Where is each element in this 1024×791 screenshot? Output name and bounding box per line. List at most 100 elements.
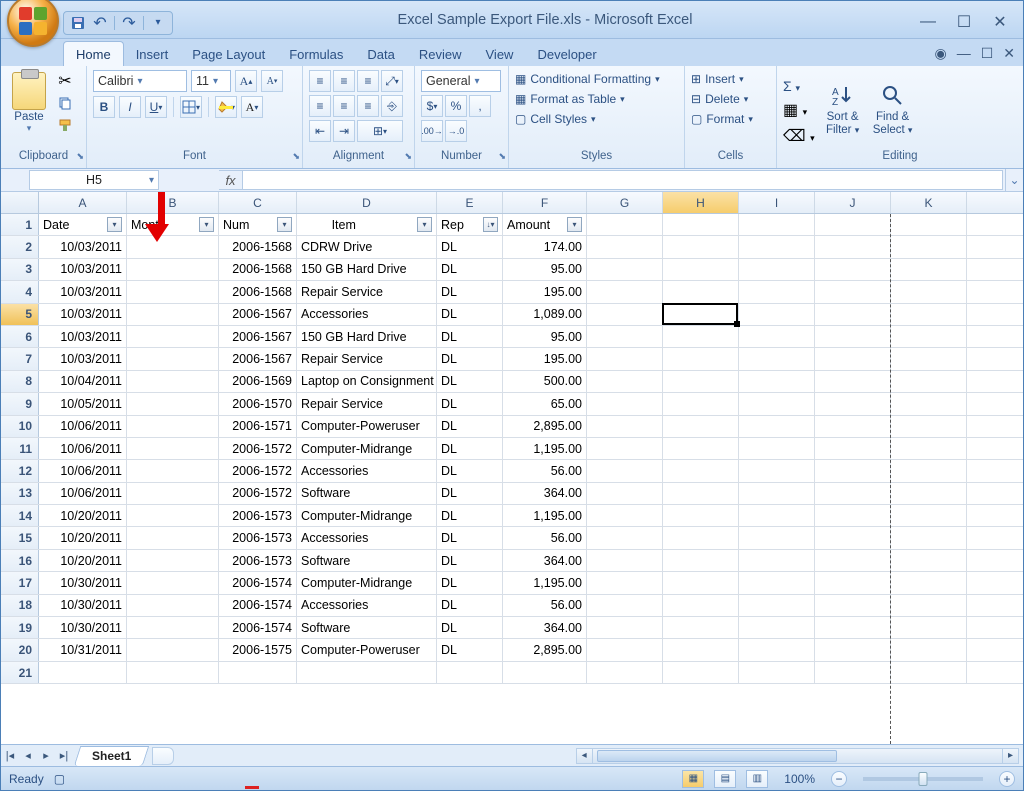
- view-normal-icon[interactable]: ▦: [682, 770, 704, 788]
- restore-workbook-icon[interactable]: ☐: [981, 45, 994, 62]
- align-bottom-icon[interactable]: ≡: [357, 70, 379, 92]
- cell-A5[interactable]: 10/03/2011: [39, 304, 127, 325]
- percent-icon[interactable]: %: [445, 95, 467, 117]
- cell-K14[interactable]: [891, 505, 967, 526]
- cell-K11[interactable]: [891, 438, 967, 459]
- rowhdr-11[interactable]: 11: [1, 438, 39, 459]
- bold-button[interactable]: B: [93, 96, 115, 118]
- tab-review[interactable]: Review: [407, 42, 474, 66]
- cell-F13[interactable]: 364.00: [503, 483, 587, 504]
- cell-D2[interactable]: CDRW Drive: [297, 236, 437, 257]
- cell-K10[interactable]: [891, 416, 967, 437]
- cell-I10[interactable]: [739, 416, 815, 437]
- cell-A9[interactable]: 10/05/2011: [39, 393, 127, 414]
- clear-icon[interactable]: ⌫ ▾: [783, 126, 815, 146]
- shrink-font-icon[interactable]: A▾: [261, 70, 283, 92]
- cell-D11[interactable]: Computer-Midrange: [297, 438, 437, 459]
- cell-B3[interactable]: [127, 259, 219, 280]
- cell-C14[interactable]: 2006-1573: [219, 505, 297, 526]
- first-sheet-icon[interactable]: |◂: [1, 747, 19, 765]
- cell-G8[interactable]: [587, 371, 663, 392]
- tab-page-layout[interactable]: Page Layout: [180, 42, 277, 66]
- decrease-indent-icon[interactable]: ⇤: [309, 120, 331, 142]
- cell-G15[interactable]: [587, 527, 663, 548]
- rowhdr-4[interactable]: 4: [1, 281, 39, 302]
- cell-F2[interactable]: 174.00: [503, 236, 587, 257]
- customize-qat-icon[interactable]: ▾: [150, 15, 166, 31]
- cell-G5[interactable]: [587, 304, 663, 325]
- cell-J19[interactable]: [815, 617, 891, 638]
- cell-D7[interactable]: Repair Service: [297, 348, 437, 369]
- colhdr-J[interactable]: J: [815, 192, 891, 213]
- cell-D19[interactable]: Software: [297, 617, 437, 638]
- fill-icon[interactable]: ▦ ▾: [783, 100, 815, 120]
- cell-E9[interactable]: DL: [437, 393, 503, 414]
- insert-cells-button[interactable]: ⊞Insert ▾: [691, 72, 744, 86]
- cell-J4[interactable]: [815, 281, 891, 302]
- format-painter-icon[interactable]: [55, 116, 75, 134]
- cell-H13[interactable]: [663, 483, 739, 504]
- sheet-tab-1[interactable]: Sheet1: [74, 746, 150, 766]
- cell-F21[interactable]: [503, 662, 587, 683]
- increase-decimal-icon[interactable]: .00→: [421, 120, 443, 142]
- cell-I19[interactable]: [739, 617, 815, 638]
- next-sheet-icon[interactable]: ▸: [37, 747, 55, 765]
- colhdr-B[interactable]: B: [127, 192, 219, 213]
- colhdr-E[interactable]: E: [437, 192, 503, 213]
- filter-btn-D[interactable]: ▾: [417, 217, 432, 232]
- cell-J15[interactable]: [815, 527, 891, 548]
- cell-J21[interactable]: [815, 662, 891, 683]
- cell-F20[interactable]: 2,895.00: [503, 639, 587, 660]
- cell-J16[interactable]: [815, 550, 891, 571]
- cell-I7[interactable]: [739, 348, 815, 369]
- cell-A20[interactable]: 10/31/2011: [39, 639, 127, 660]
- cell-B10[interactable]: [127, 416, 219, 437]
- cell-C6[interactable]: 2006-1567: [219, 326, 297, 347]
- cell-J6[interactable]: [815, 326, 891, 347]
- cell-J5[interactable]: [815, 304, 891, 325]
- cell-H21[interactable]: [663, 662, 739, 683]
- cell-D21[interactable]: [297, 662, 437, 683]
- cell-B18[interactable]: [127, 595, 219, 616]
- cell-C12[interactable]: 2006-1572: [219, 460, 297, 481]
- cell-B21[interactable]: [127, 662, 219, 683]
- cell-E21[interactable]: [437, 662, 503, 683]
- rowhdr-14[interactable]: 14: [1, 505, 39, 526]
- tab-developer[interactable]: Developer: [525, 42, 608, 66]
- cell-B14[interactable]: [127, 505, 219, 526]
- cell-H19[interactable]: [663, 617, 739, 638]
- cell-C19[interactable]: 2006-1574: [219, 617, 297, 638]
- cell-G3[interactable]: [587, 259, 663, 280]
- cell-A14[interactable]: 10/20/2011: [39, 505, 127, 526]
- cell-F5[interactable]: 1,089.00: [503, 304, 587, 325]
- cell-K9[interactable]: [891, 393, 967, 414]
- colhdr-K[interactable]: K: [891, 192, 967, 213]
- cell-F10[interactable]: 2,895.00: [503, 416, 587, 437]
- cell-E14[interactable]: DL: [437, 505, 503, 526]
- cell-D8[interactable]: Laptop on Consignment: [297, 371, 437, 392]
- cell-F11[interactable]: 1,195.00: [503, 438, 587, 459]
- cell-K12[interactable]: [891, 460, 967, 481]
- cell-K18[interactable]: [891, 595, 967, 616]
- cell-D13[interactable]: Software: [297, 483, 437, 504]
- cell-G11[interactable]: [587, 438, 663, 459]
- rowhdr-15[interactable]: 15: [1, 527, 39, 548]
- rowhdr-18[interactable]: 18: [1, 595, 39, 616]
- autosum-icon[interactable]: Σ ▾: [783, 78, 815, 94]
- rowhdr-6[interactable]: 6: [1, 326, 39, 347]
- cell-B15[interactable]: [127, 527, 219, 548]
- min-ribbon-icon[interactable]: —: [957, 45, 971, 62]
- cell-I20[interactable]: [739, 639, 815, 660]
- scroll-left-icon[interactable]: ◂: [577, 749, 593, 763]
- comma-icon[interactable]: ,: [469, 95, 491, 117]
- colhdr-G[interactable]: G: [587, 192, 663, 213]
- cell-J20[interactable]: [815, 639, 891, 660]
- cell-I14[interactable]: [739, 505, 815, 526]
- cell-K19[interactable]: [891, 617, 967, 638]
- cell-F4[interactable]: 195.00: [503, 281, 587, 302]
- cell-B19[interactable]: [127, 617, 219, 638]
- cell-D6[interactable]: 150 GB Hard Drive: [297, 326, 437, 347]
- cell-G14[interactable]: [587, 505, 663, 526]
- cell-E7[interactable]: DL: [437, 348, 503, 369]
- rowhdr-3[interactable]: 3: [1, 259, 39, 280]
